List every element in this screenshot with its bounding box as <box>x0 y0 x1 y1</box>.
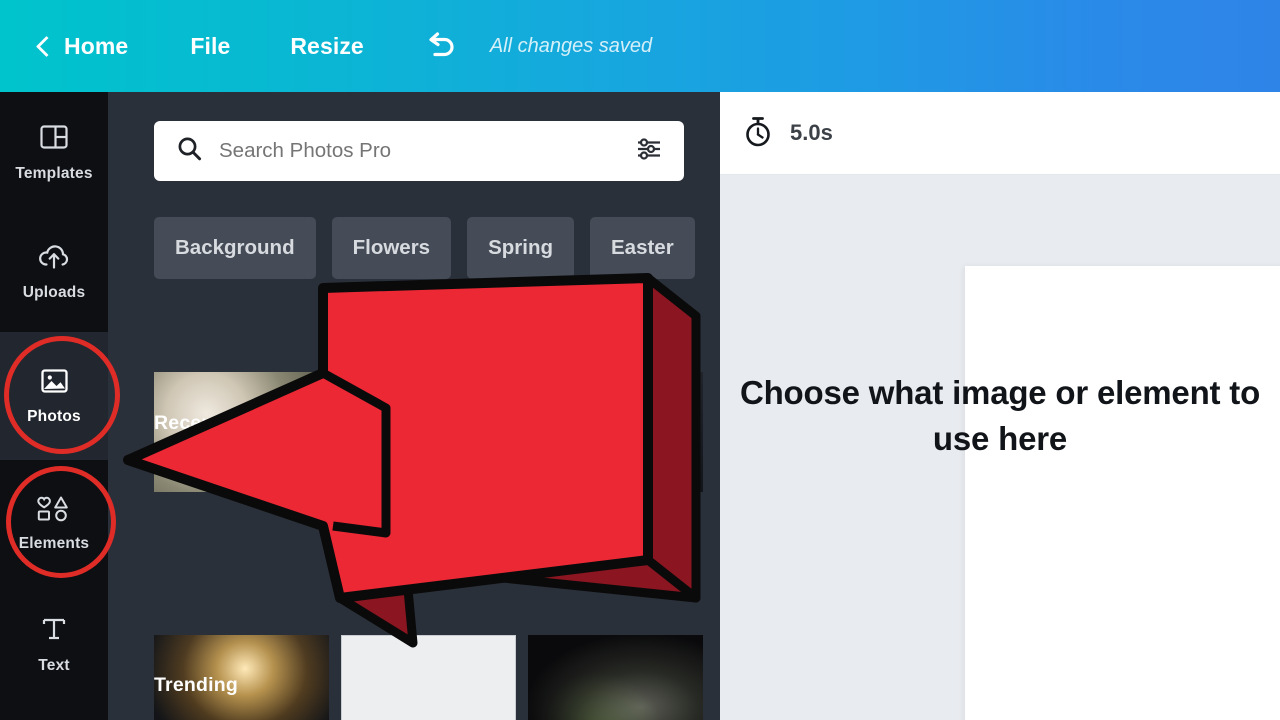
undo-button[interactable] <box>420 26 460 66</box>
section-title-recently-used: Recently <box>154 412 237 434</box>
sliders-filter-icon[interactable] <box>636 137 662 166</box>
chip-background[interactable]: Background <box>154 217 316 279</box>
chip-flowers[interactable]: Flowers <box>331 217 452 279</box>
sidebar-item-label: Photos <box>27 408 81 425</box>
list-item[interactable] <box>528 635 703 720</box>
chip-easter[interactable]: Easter <box>590 217 695 279</box>
search-icon <box>176 135 203 167</box>
chevron-right-icon <box>713 239 720 257</box>
search-input[interactable] <box>219 139 636 163</box>
chevron-left-icon <box>35 35 57 57</box>
stage-toolbar: 5.0s <box>720 92 1280 175</box>
app-root: Home File Resize All changes saved Templ… <box>0 0 1280 720</box>
annotation-callout-text: Choose what image or element to use here <box>739 374 1261 457</box>
sidebar-item-label: Elements <box>18 535 90 552</box>
search-bar[interactable] <box>154 121 684 181</box>
sidebar-item-label: Text <box>38 657 70 674</box>
resize-menu-button[interactable]: Resize <box>290 33 363 60</box>
chips-next-button[interactable] <box>709 217 720 279</box>
back-button[interactable] <box>22 0 70 92</box>
top-toolbar: Home File Resize All changes saved <box>0 0 1280 92</box>
list-item[interactable] <box>341 635 516 720</box>
home-menu-button[interactable]: Home <box>64 33 128 60</box>
cloud-upload-icon <box>37 242 71 277</box>
save-status-label: All changes saved <box>489 34 653 57</box>
undo-arrow-icon <box>429 32 454 57</box>
design-canvas-page[interactable] <box>965 266 1280 720</box>
chip-spring[interactable]: Spring <box>467 217 574 279</box>
text-t-icon <box>37 613 71 650</box>
sidebar-item-uploads[interactable]: Uploads <box>0 212 108 332</box>
stopwatch-icon <box>742 114 774 153</box>
left-sidebar: Templates Uploads Photos Elements Text <box>0 92 108 720</box>
sidebar-item-label: Uploads <box>22 284 86 301</box>
shapes-elements-icon <box>34 493 74 528</box>
templates-grid-icon <box>38 121 70 158</box>
timer-value: 5.0s <box>790 120 833 145</box>
photo-image-icon <box>38 366 71 401</box>
sidebar-item-templates[interactable]: Templates <box>0 92 108 212</box>
sidebar-item-photos[interactable]: Photos <box>0 332 108 460</box>
list-item[interactable] <box>341 372 516 492</box>
photos-panel: Background Flowers Spring Easter Recentl… <box>108 92 720 720</box>
file-menu-button[interactable]: File <box>190 33 230 60</box>
sidebar-item-elements[interactable]: Elements <box>0 460 108 586</box>
sidebar-item-text[interactable]: Text <box>0 586 108 702</box>
category-chip-row: Background Flowers Spring Easter <box>154 217 720 279</box>
section-title-trending: Trending <box>154 674 238 696</box>
list-item[interactable] <box>528 372 703 492</box>
sidebar-item-label: Templates <box>15 165 93 182</box>
